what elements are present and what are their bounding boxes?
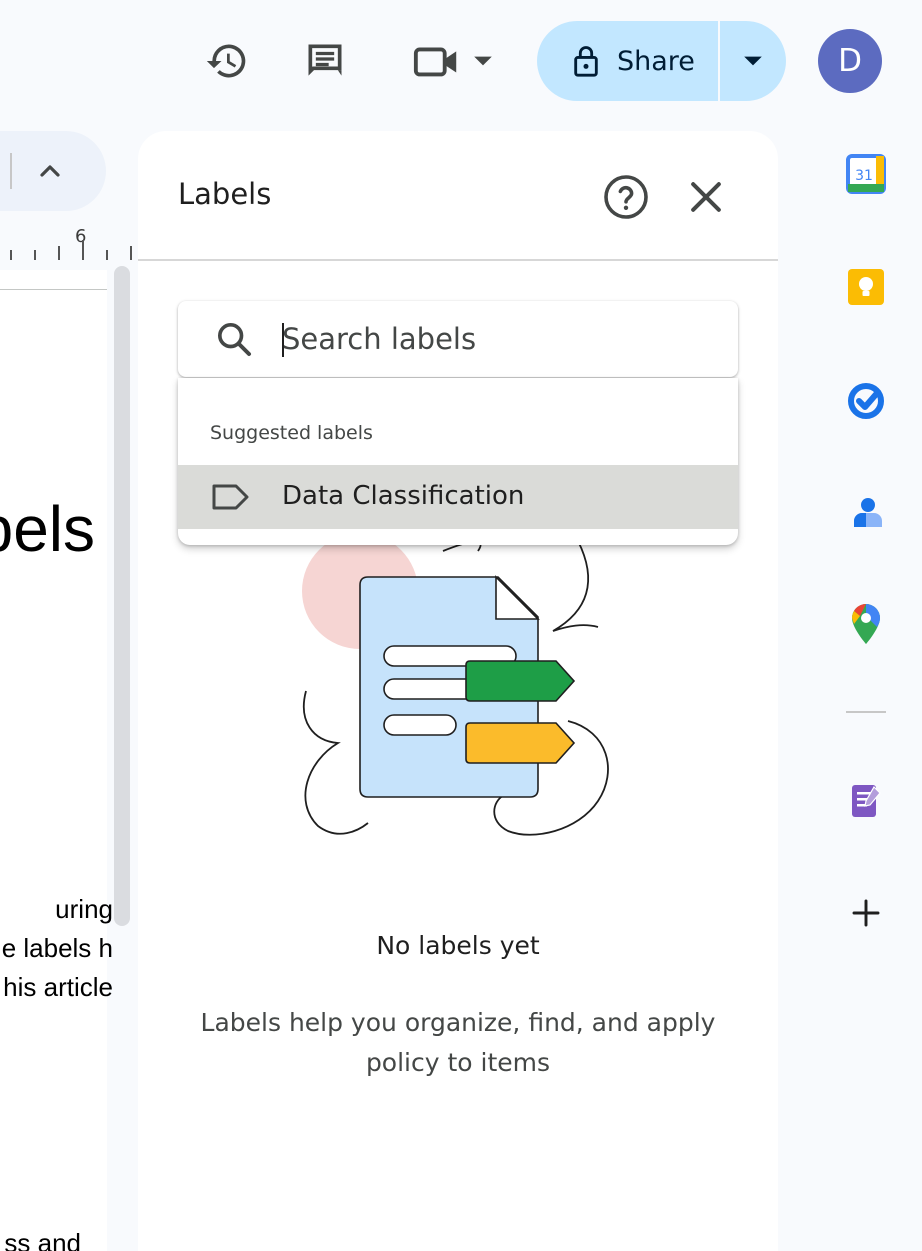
suggested-label-text: Data Classification [282,481,525,511]
share-options-button[interactable] [720,21,786,101]
chevron-down-icon [474,56,492,66]
tasks-icon [848,383,884,419]
rail-divider [846,711,886,713]
account-avatar[interactable]: D [818,29,882,93]
label-tag-icon [212,484,249,510]
empty-state-description: Labels help you organize, find, and appl… [200,1008,716,1077]
empty-labels-illustration [302,533,609,836]
document-text-line: e labels h [1,933,113,963]
toolbar-divider [10,153,12,189]
document-text-line: uring [55,894,113,924]
search-labels-input[interactable] [282,315,712,363]
chevron-down-icon [744,56,762,66]
share-button[interactable]: Share [537,21,718,101]
ruler-number: 6 [75,226,87,247]
add-icon [852,899,880,927]
search-icon [218,323,251,356]
document-page[interactable]: bels uring e labels h his article ss and [0,270,113,1251]
meet-button[interactable] [408,36,498,86]
help-icon[interactable] [602,173,650,221]
keep-icon [848,269,884,305]
doc-toolbar-collapse [0,131,106,211]
history-icon [206,44,246,78]
comment-icon [308,44,342,76]
suggested-labels-dropdown: Suggested labels Data Classification [178,378,738,545]
share-label: Share [617,45,695,77]
share-button-group: Share [537,21,786,101]
get-addons-button[interactable] [844,891,888,935]
maps-app-button[interactable] [844,602,888,646]
panel-title: Labels [178,177,272,211]
ruler-tick [106,250,108,260]
document-text-line: ss and [4,1228,81,1251]
ruler-tick [82,240,84,260]
ruler-tick [10,250,12,260]
page-rule [0,289,107,290]
document-scrollbar[interactable] [114,266,130,926]
comments-button[interactable] [300,36,350,86]
maps-icon [852,604,880,644]
keep-app-button[interactable] [844,265,888,309]
version-history-button[interactable] [202,36,252,86]
text-cursor [282,323,284,357]
horizontal-ruler[interactable]: 6 [0,222,138,262]
contacts-icon [854,498,882,527]
document-text-line: his article [3,972,113,1002]
close-icon[interactable] [684,175,728,219]
ruler-tick [34,250,36,260]
ruler-tick [130,246,132,260]
search-labels-box [178,301,738,377]
lock-icon [574,46,598,77]
document-heading: bels [0,493,95,565]
suggested-labels-header: Suggested labels [210,422,373,444]
video-camera-icon [413,47,457,77]
addon-app-button[interactable] [844,779,888,823]
top-toolbar: Share D [0,0,922,120]
calendar-app-button[interactable]: 31 [844,152,888,196]
suggested-label-item[interactable]: Data Classification [178,465,738,529]
labels-panel: Labels Suggested labels Data Classificat… [138,131,778,1251]
ruler-tick [58,246,60,260]
forms-addon-icon [852,785,881,817]
panel-divider [138,259,778,261]
calendar-day: 31 [855,168,873,184]
tasks-app-button[interactable] [844,378,888,422]
chevron-up-icon[interactable] [34,155,66,187]
calendar-icon: 31 [846,154,886,194]
empty-state-title: No labels yet [376,931,540,960]
contacts-app-button[interactable] [844,491,888,535]
